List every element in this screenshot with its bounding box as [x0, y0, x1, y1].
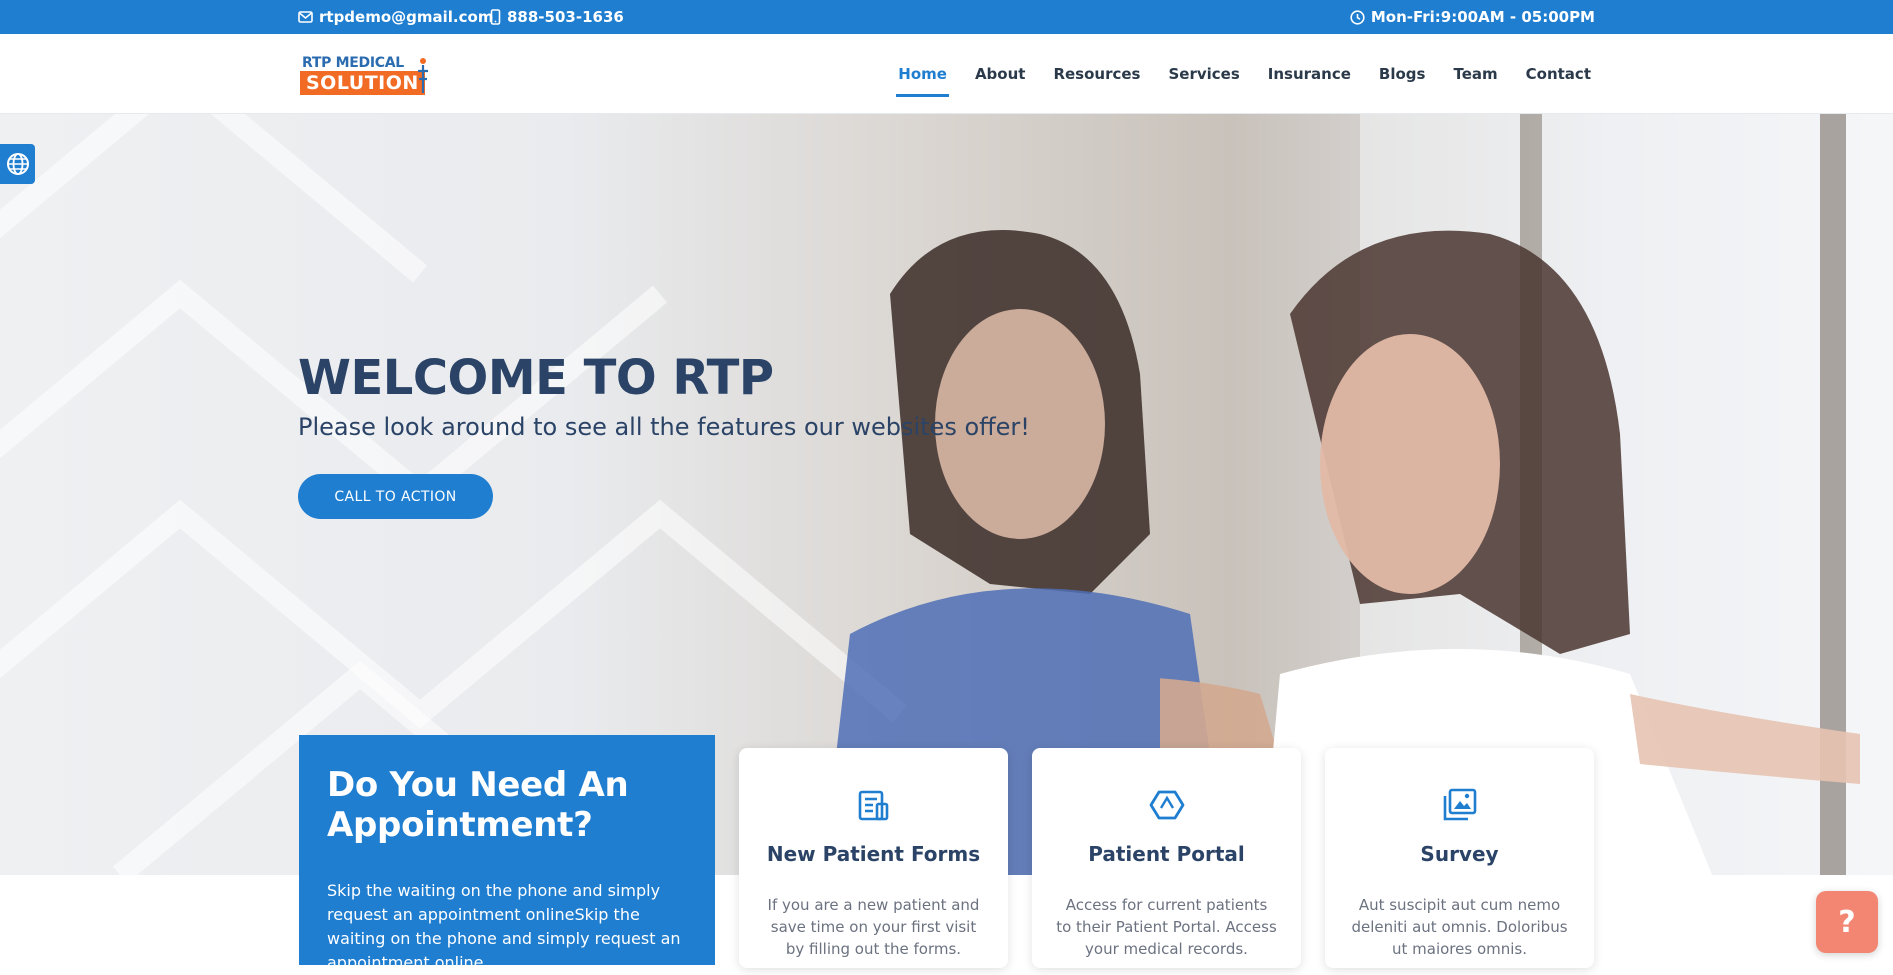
card-new-patient-forms[interactable]: New Patient Forms If you are a new patie…	[739, 748, 1008, 968]
appointment-text: Skip the waiting on the phone and simply…	[327, 881, 681, 972]
nav-services[interactable]: Services	[1166, 59, 1241, 89]
office-hours: Mon-Fri:9:00AM - 05:00PM	[1350, 0, 1595, 34]
main-nav: Home About Resources Services Insurance …	[896, 34, 1593, 114]
logo-line2: SOLUTION	[300, 71, 425, 95]
appointment-title: Do You Need An Appointment?	[327, 765, 629, 845]
card-title: Survey	[1420, 842, 1499, 866]
hours-text: Mon-Fri:9:00AM - 05:00PM	[1370, 8, 1595, 26]
help-button[interactable]: ?	[1816, 891, 1878, 953]
card-text: If you are a new patient and save time o…	[767, 896, 980, 958]
phone-contact[interactable]: 888-503-1636	[490, 0, 624, 34]
nav-blogs[interactable]: Blogs	[1377, 59, 1428, 89]
site-logo[interactable]: RTP MEDICAL SOLUTION	[298, 55, 430, 97]
call-to-action-button[interactable]: CALL TO ACTION	[298, 474, 493, 519]
card-patient-portal[interactable]: Patient Portal Access for current patien…	[1032, 748, 1301, 968]
card-survey[interactable]: Survey Aut suscipit aut cum nemo delenit…	[1325, 748, 1594, 968]
globe-icon	[6, 153, 29, 175]
logo-line1: RTP MEDICAL	[302, 55, 404, 71]
form-document-icon	[858, 790, 888, 821]
image-gallery-icon	[1443, 788, 1476, 821]
phone-text: 888-503-1636	[507, 8, 624, 26]
card-text: Access for current patients to their Pat…	[1056, 896, 1277, 958]
email-contact[interactable]: rtpdemo@gmail.com	[298, 0, 493, 34]
hero-subtitle: Please look around to see all the featur…	[298, 413, 1030, 441]
appointment-box: Do You Need An Appointment? Skip the wai…	[299, 735, 715, 972]
card-title: New Patient Forms	[766, 842, 981, 866]
hexagon-cube-icon	[1149, 790, 1184, 820]
clock-icon	[1350, 9, 1365, 25]
envelope-icon	[298, 11, 313, 23]
nav-insurance[interactable]: Insurance	[1266, 59, 1353, 89]
mobile-phone-icon	[490, 9, 501, 25]
nav-about[interactable]: About	[973, 59, 1028, 89]
top-contact-bar: rtpdemo@gmail.com 888-503-1636 Mon-Fri:9…	[0, 0, 1893, 34]
nav-contact[interactable]: Contact	[1524, 59, 1593, 89]
nav-home[interactable]: Home	[896, 59, 949, 97]
card-title: Patient Portal	[1088, 842, 1245, 866]
hero-title: WELCOME TO RTP	[298, 350, 774, 406]
language-selector[interactable]	[0, 144, 35, 184]
email-text: rtpdemo@gmail.com	[319, 8, 494, 26]
nav-team[interactable]: Team	[1451, 59, 1499, 89]
logo-figure-icon	[418, 58, 428, 93]
card-text: Aut suscipit aut cum nemo deleniti aut o…	[1351, 896, 1568, 958]
nav-resources[interactable]: Resources	[1051, 59, 1142, 89]
